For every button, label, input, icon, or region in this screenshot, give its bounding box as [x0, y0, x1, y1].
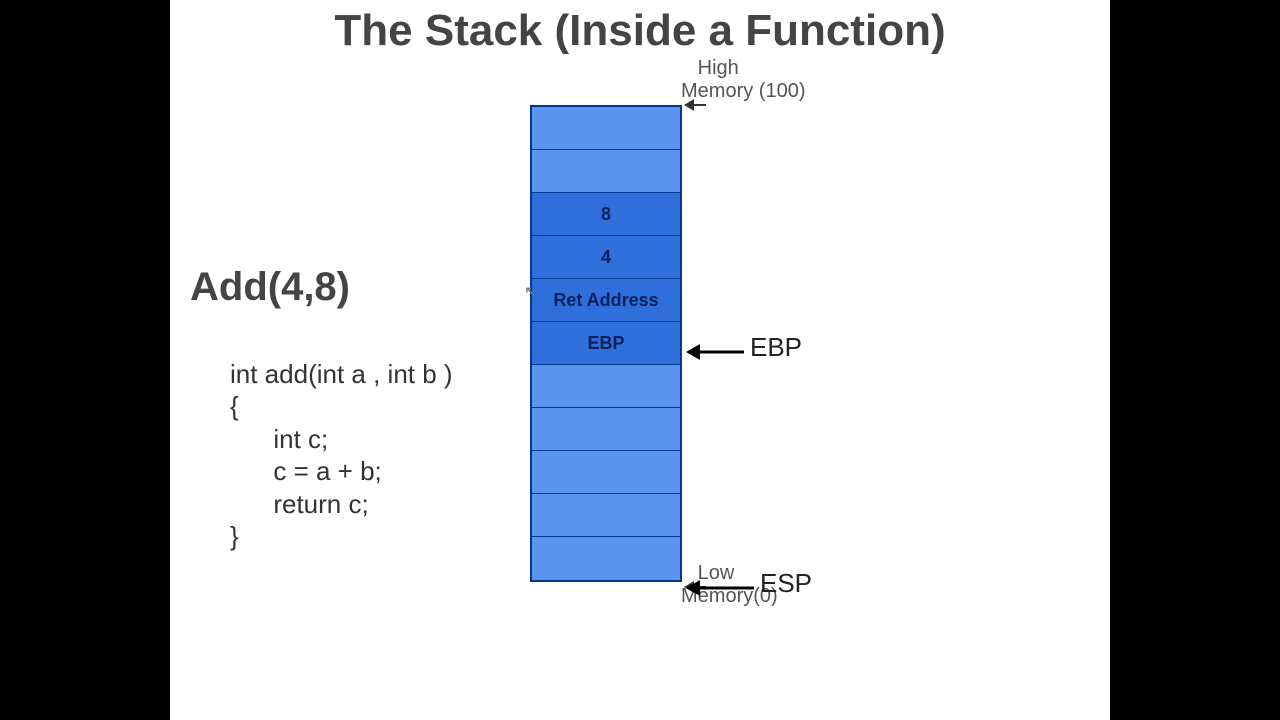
code-line: {: [230, 391, 239, 421]
function-call-header: Add(4,8): [190, 265, 350, 310]
code-block: int add(int a , int b ) { int c; c = a +…: [230, 325, 453, 553]
code-line: c = a + b;: [230, 456, 382, 486]
slide-area: The Stack (Inside a Function) Add(4,8) i…: [170, 0, 1110, 720]
cursor-icon: ↖: [524, 282, 537, 302]
stack-cell: [532, 365, 680, 408]
ebp-pointer-label: EBP: [750, 332, 802, 363]
stack-cell: [532, 451, 680, 494]
code-line: }: [230, 521, 239, 551]
code-line: int c;: [230, 424, 328, 454]
code-line: return c;: [230, 489, 369, 519]
high-memory-line1: High: [698, 57, 739, 79]
stack-cell: [532, 107, 680, 150]
esp-pointer-label: ESP: [760, 568, 812, 599]
stack-cell: [532, 150, 680, 193]
code-line: int add(int a , int b ): [230, 359, 453, 389]
stack-cell: [532, 408, 680, 451]
arrow-left-icon: [686, 340, 746, 364]
arrow-left-icon: [684, 95, 708, 115]
stack-cell: [532, 537, 680, 580]
stack-cell-arg: 8: [532, 193, 680, 236]
stack-cell-ebp: EBP: [532, 322, 680, 365]
slide-title: The Stack (Inside a Function): [170, 6, 1110, 56]
stack-diagram: 8 4 Ret Address EBP: [530, 105, 682, 582]
stack-cell-ret: Ret Address: [532, 279, 680, 322]
arrow-left-icon: [686, 576, 756, 600]
stack-cell-arg: 4: [532, 236, 680, 279]
stack-cell: [532, 494, 680, 537]
